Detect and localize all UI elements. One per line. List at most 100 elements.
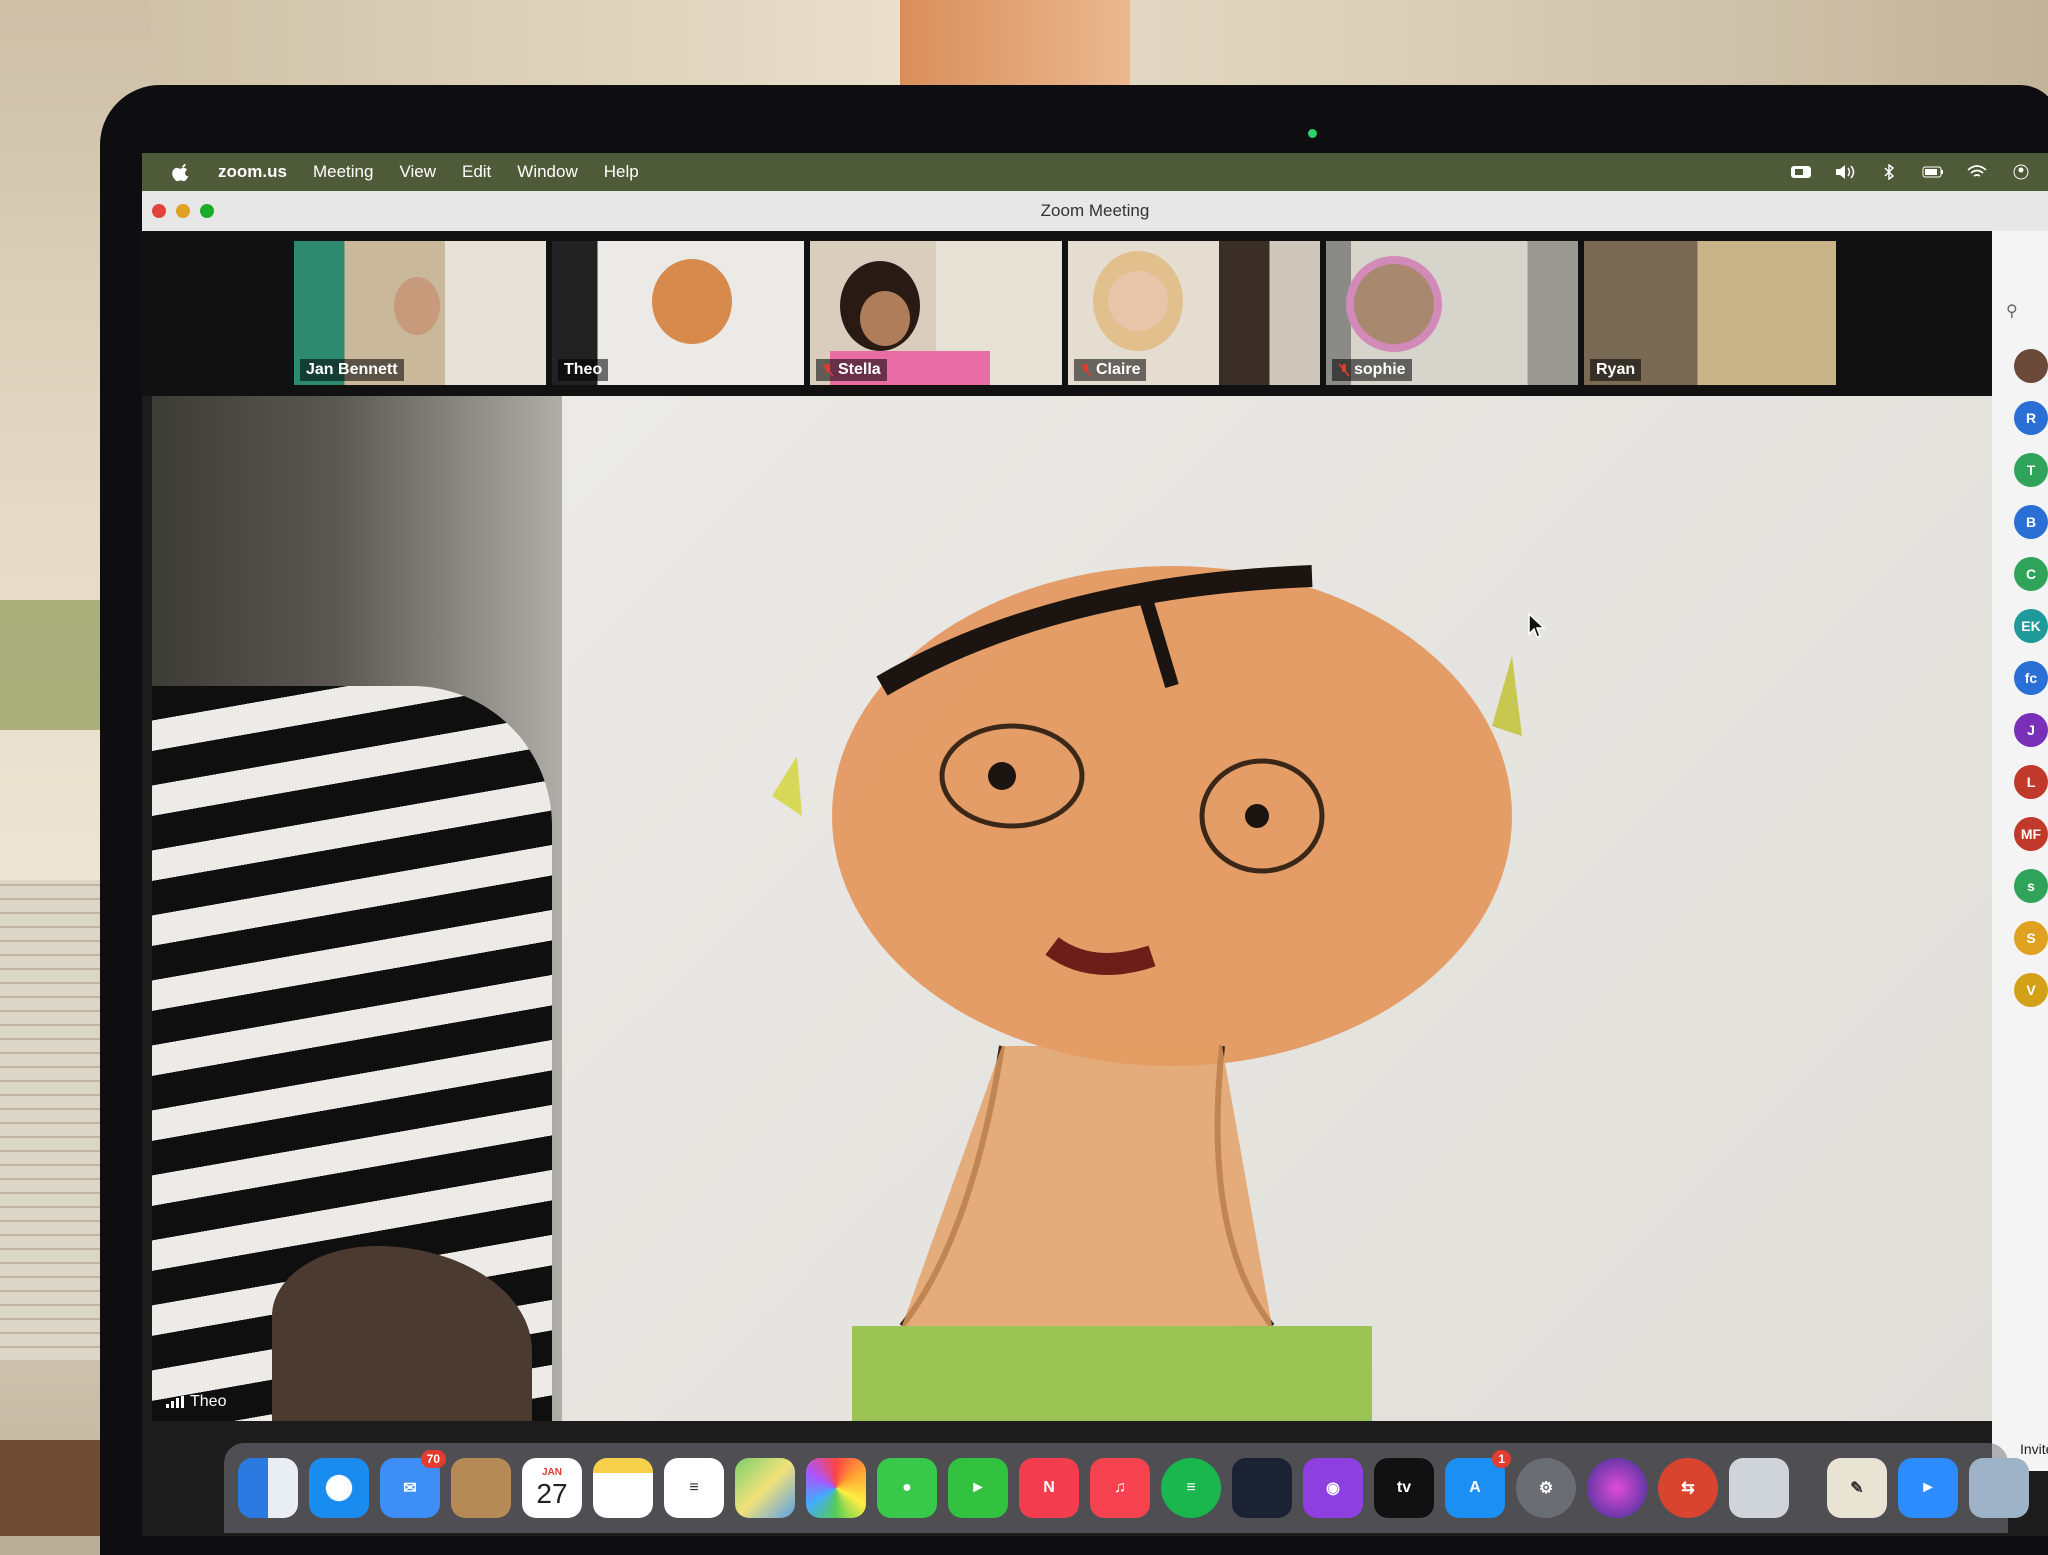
participant-avatar[interactable]: EK [2014,609,2048,643]
menu-view[interactable]: View [399,162,436,182]
participant-avatar[interactable]: L [2014,765,2048,799]
siri-icon[interactable] [1587,1458,1647,1518]
camera-indicator [1308,129,1317,138]
participant-avatar[interactable]: fc [2014,661,2048,695]
participant-tile[interactable]: Ryan [1584,241,1836,385]
user-icon[interactable] [2010,164,2032,180]
active-speaker-video: Theo [152,396,1992,1421]
calendar-day: 27 [536,1477,568,1509]
zoom-status-icon[interactable] [1790,164,1812,180]
participant-avatar[interactable]: V [2014,973,2048,1007]
zoom-icon[interactable]: ► [1898,1458,1958,1518]
participant-name: Claire [1074,359,1147,381]
kindle-icon[interactable] [1232,1458,1292,1518]
participant-tile[interactable]: Theo [552,241,804,385]
system-preferences-icon[interactable]: ⚙ [1516,1458,1576,1518]
mail-icon[interactable]: ✉ 70 [380,1450,446,1518]
participant-name: Ryan [1590,359,1642,381]
participant-tile[interactable]: Stella [810,241,1062,385]
participant-avatar[interactable]: s [2014,869,2048,903]
status-area [1790,164,2032,180]
mouse-cursor-icon [1528,613,1546,638]
participant-avatar[interactable]: T [2014,453,2048,487]
participant-face [1108,271,1168,331]
muted-mic-icon [1080,363,1092,377]
volume-icon[interactable] [1834,164,1856,180]
podcasts-icon[interactable]: ◉ [1303,1458,1363,1518]
participant-avatar[interactable]: J [2014,713,2048,747]
participant-name-label: Theo [564,361,603,378]
menu-help[interactable]: Help [604,162,639,182]
laptop-screen: zoom.us Meeting View Edit Window Help Zo… [142,153,2048,1536]
launchpad-icon[interactable] [1729,1458,1789,1518]
participant-face [1346,256,1442,352]
reminders-icon[interactable]: ≡ [664,1458,724,1518]
bluetooth-icon[interactable] [1878,164,1900,180]
participant-avatar[interactable]: S [2014,921,2048,955]
participant-face [860,291,910,346]
preview-icon[interactable] [1969,1458,2029,1518]
speaker-label: Theo [166,1393,226,1411]
invite-button[interactable]: Invite [2020,1441,2048,1457]
participant-name: sophie [1332,359,1412,381]
app-store-icon[interactable]: A1 [1445,1450,1511,1518]
apple-icon[interactable] [170,161,194,183]
menu-bar: zoom.us Meeting View Edit Window Help [142,153,2048,191]
speaker-name: Theo [190,1393,227,1410]
drawing-thumbnail [652,259,732,344]
window-title: Zoom Meeting [1040,201,1150,220]
menu-app-name[interactable]: zoom.us [218,162,287,182]
participant-avatar[interactable] [2014,349,2048,383]
participant-strip: Jan Bennett Theo Stella Claire sophie Ry… [142,231,1992,396]
calendar-icon[interactable]: JAN 27 [522,1458,582,1518]
finder-icon[interactable] [238,1458,298,1518]
title-bar: Zoom Meeting [142,191,2048,231]
participant-name-label: sophie [1354,361,1406,378]
participant-name-label: Ryan [1596,361,1636,378]
mail-badge: 70 [420,1450,446,1468]
dock: ✉ 70 JAN 27 ≡ ● ► N ♫ ≡ ◉ tv A1 ⚙ ⇆ ✎ ► [224,1443,2029,1533]
menu-window[interactable]: Window [517,162,577,182]
participant-avatar[interactable]: C [2014,557,2048,591]
signal-bars-icon [166,1396,184,1408]
muted-mic-icon [1338,363,1350,377]
participant-tile[interactable]: Claire [1068,241,1320,385]
photos-icon[interactable] [806,1458,866,1518]
menu-meeting[interactable]: Meeting [313,162,373,182]
menu-edit[interactable]: Edit [462,162,491,182]
search-icon[interactable]: ⚲ [2006,301,2046,331]
participant-name: Stella [816,359,887,381]
battery-icon[interactable] [1922,164,1944,180]
tv-label: tv [1396,1479,1412,1496]
participant-tile[interactable]: sophie [1326,241,1578,385]
safari-icon[interactable] [309,1458,369,1518]
music-icon[interactable]: ♫ [1090,1458,1150,1518]
participant-name: Jan Bennett [300,359,404,381]
spotify-icon[interactable]: ≡ [1161,1458,1221,1518]
facetime-icon[interactable]: ► [948,1458,1008,1518]
notes-icon[interactable] [593,1458,653,1518]
calendar-month: JAN [541,1466,562,1478]
participant-tile[interactable]: Jan Bennett [294,241,546,385]
participant-name: Theo [558,359,609,381]
participant-name-label: Claire [1096,361,1141,378]
wifi-icon[interactable] [1966,164,1988,180]
participant-avatar[interactable]: MF [2014,817,2048,851]
participants-panel: ⚲ RTBC EK fc JL MF sSV Invite [1992,231,2048,1471]
tv-icon[interactable]: tv [1374,1458,1434,1518]
room-shelf [0,600,110,730]
participant-name-label: Stella [838,361,881,378]
muted-mic-icon [822,363,834,377]
script-editor-icon[interactable]: ✎ [1827,1458,1887,1518]
contacts-icon[interactable] [451,1458,511,1518]
child-drawing [772,565,1522,1421]
participant-avatar[interactable]: R [2014,401,2048,435]
participant-avatar[interactable]: B [2014,505,2048,539]
zoom-window: Zoom Meeting Jan Bennett Theo Stella Cla… [142,191,2048,1536]
wall-painting [900,0,1130,85]
appstore-badge: 1 [1492,1450,1511,1468]
teamviewer-icon[interactable]: ⇆ [1658,1458,1718,1518]
maps-icon[interactable] [735,1458,795,1518]
news-icon[interactable]: N [1019,1458,1079,1518]
messages-icon[interactable]: ● [877,1458,937,1518]
